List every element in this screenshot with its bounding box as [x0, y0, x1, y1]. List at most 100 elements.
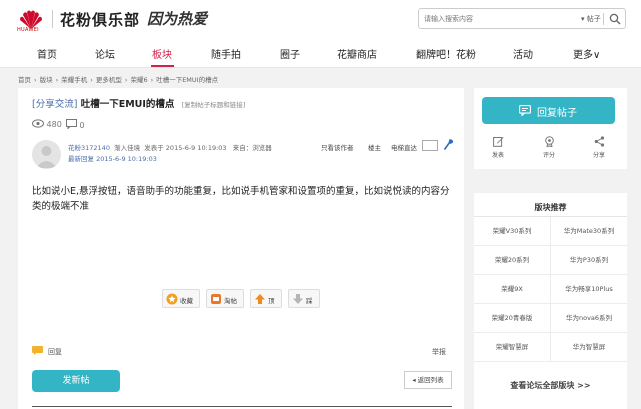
post-category[interactable]: [分享交流]: [32, 99, 77, 110]
rec-item[interactable]: 华为P30系列: [551, 246, 627, 275]
nav-active-indicator: [151, 65, 174, 67]
author-meta: 花粉3172140 渐入佳境 发表于 2015-6-9 10:19:03 来自：…: [68, 142, 272, 152]
back-arrow-icon: ◂: [412, 376, 416, 384]
favorite-button[interactable]: 收藏: [162, 289, 200, 308]
breadcrumb: 首页 › 版块 › 荣耀手机 › 更多机型 › 荣耀6 › 吐槽一下EMUI的槽点: [18, 74, 221, 84]
favorite-label: 收藏: [180, 297, 193, 305]
search-scope-select[interactable]: ▾ 帖子: [581, 14, 601, 24]
nav-item-more[interactable]: 更多∨: [573, 46, 600, 61]
nav-item-sections[interactable]: 板块: [152, 46, 172, 61]
last-reply-meta: 最新回复 2015-6-9 10:19:03: [68, 153, 157, 163]
views-stat: 480: [32, 119, 62, 129]
post-actions-panel: 回复帖子 发表 评分 分享: [474, 88, 627, 169]
jump-floor-input[interactable]: [422, 140, 438, 151]
rec-item[interactable]: 荣耀智慧屏: [474, 333, 550, 362]
breadcrumb-sep: ›: [150, 76, 154, 84]
post-body: 比如说小E,悬浮按钮，语音助手的功能重复，比如说手机管家和设置项的重复，比如说悦…: [32, 186, 450, 212]
copy-link[interactable]: [复制帖子标题和链接]: [182, 101, 246, 109]
recommended-title: 版块推荐: [534, 203, 567, 212]
post-panel: [分享交流] 吐槽一下EMUI的槽点 [复制帖子标题和链接] 480 0 花粉3…: [18, 88, 464, 409]
nav-item-forum[interactable]: 论坛: [95, 46, 115, 61]
post-source: 来自：浏览器: [232, 144, 272, 152]
collect-button[interactable]: 淘帖: [206, 289, 244, 308]
share-icon: [594, 136, 604, 147]
downvote-button[interactable]: 踩: [288, 289, 320, 308]
main-nav: 首页 论坛 板块 随手拍 圈子 花瓣商店 翻牌吧！花粉 活动 更多∨: [0, 38, 641, 68]
breadcrumb-home[interactable]: 首页: [18, 76, 31, 84]
site-brand[interactable]: 花粉俱乐部: [60, 9, 140, 30]
logo-text: HUAWEI: [17, 27, 39, 33]
star-icon: [166, 293, 178, 305]
reply-post-button[interactable]: 回复帖子: [482, 97, 615, 124]
comment-icon: [66, 119, 77, 130]
back-to-list-button[interactable]: ◂ 返回列表: [404, 371, 452, 389]
edit-icon: [492, 137, 504, 147]
reply-icon: [32, 346, 43, 355]
search-icon[interactable]: [609, 13, 621, 25]
reply-post-label: 回复帖子: [537, 108, 577, 119]
breadcrumb-current[interactable]: 吐槽一下EMUI的槽点: [156, 76, 218, 84]
view-all-sections-link[interactable]: 查看论坛全部版块 >>: [474, 380, 627, 391]
downvote-label: 踩: [306, 297, 313, 305]
breadcrumb-honor-phones[interactable]: 荣耀手机: [61, 76, 87, 84]
post-title-text: 吐槽一下EMUI的槽点: [80, 99, 175, 110]
new-post-button[interactable]: 发新帖: [32, 370, 120, 392]
breadcrumb-sep: ›: [124, 76, 128, 84]
nav-item-circles[interactable]: 圈子: [280, 46, 300, 61]
rec-item[interactable]: 荣耀V30系列: [474, 217, 550, 246]
back-to-list-label: 返回列表: [417, 376, 444, 384]
rec-item[interactable]: 华为智慧屏: [551, 333, 627, 362]
search-input[interactable]: [424, 12, 554, 25]
rec-item[interactable]: 荣耀9X: [474, 275, 550, 304]
avatar[interactable]: [32, 140, 61, 169]
divider: [32, 406, 452, 407]
eye-icon: [32, 119, 44, 128]
wrench-icon[interactable]: [443, 139, 453, 151]
reply-label: 回复: [48, 348, 62, 356]
nav-item-home[interactable]: 首页: [37, 46, 57, 61]
basket-icon: [211, 294, 221, 304]
author-name[interactable]: 花粉3172140: [68, 144, 110, 152]
search-scope-label: 帖子: [586, 15, 601, 23]
upvote-label: 顶: [268, 297, 275, 305]
upvote-button[interactable]: 顶: [250, 289, 282, 308]
last-reply-time: 2015-6-9 10:19:03: [96, 155, 157, 163]
jump-floor-label: 电梯直达: [391, 144, 417, 152]
recommended-sections-panel: 版块推荐 荣耀V30系列 华为Mate30系列 荣耀20系列 华为P30系列 荣…: [474, 193, 627, 409]
nav-item-store[interactable]: 花瓣商店: [337, 46, 377, 61]
rate-action[interactable]: 评分: [537, 136, 561, 159]
breadcrumb-sep: ›: [90, 76, 93, 84]
compose-action[interactable]: 发表: [486, 136, 510, 159]
arrow-down-icon: [293, 294, 303, 304]
rec-item[interactable]: 华为nova6系列: [551, 304, 627, 333]
search-box: ▾ 帖子: [418, 8, 626, 29]
rec-item[interactable]: 华为畅享10Plus: [551, 275, 627, 304]
divider: [550, 217, 551, 362]
author-level: 渐入佳境: [114, 144, 141, 152]
replies-count: 0: [79, 121, 85, 130]
breadcrumb-sections[interactable]: 版块: [40, 76, 53, 84]
nav-item-flipcard[interactable]: 翻牌吧！花粉: [416, 46, 476, 61]
only-author-link[interactable]: 只看该作者: [321, 142, 354, 152]
share-action[interactable]: 分享: [587, 136, 611, 159]
share-label: 分享: [592, 152, 605, 159]
report-link[interactable]: 举报: [432, 347, 446, 357]
rate-label: 评分: [542, 152, 555, 159]
floor-label: 楼主: [368, 144, 381, 152]
replies-stat: 0: [66, 119, 85, 130]
site-header: HUAWEI 花粉俱乐部 因为热爱 ▾ 帖子: [0, 0, 641, 38]
rec-item[interactable]: 华为Mate30系列: [551, 217, 627, 246]
rec-item[interactable]: 荣耀20系列: [474, 246, 550, 275]
rec-item[interactable]: 荣耀20青春版: [474, 304, 550, 333]
chat-icon: [519, 105, 531, 116]
breadcrumb-honor6[interactable]: 荣耀6: [130, 76, 147, 84]
nav-item-events[interactable]: 活动: [513, 46, 533, 61]
search-divider: [603, 13, 604, 25]
views-count: 480: [46, 120, 62, 129]
medal-icon: [544, 136, 554, 147]
nav-item-snapshot[interactable]: 随手拍: [211, 46, 241, 61]
search-scope-arrow: ▾: [581, 15, 585, 23]
post-date: 发表于 2015-6-9 10:19:03: [144, 144, 227, 152]
breadcrumb-more-models[interactable]: 更多机型: [96, 76, 122, 84]
breadcrumb-sep: ›: [34, 76, 37, 84]
